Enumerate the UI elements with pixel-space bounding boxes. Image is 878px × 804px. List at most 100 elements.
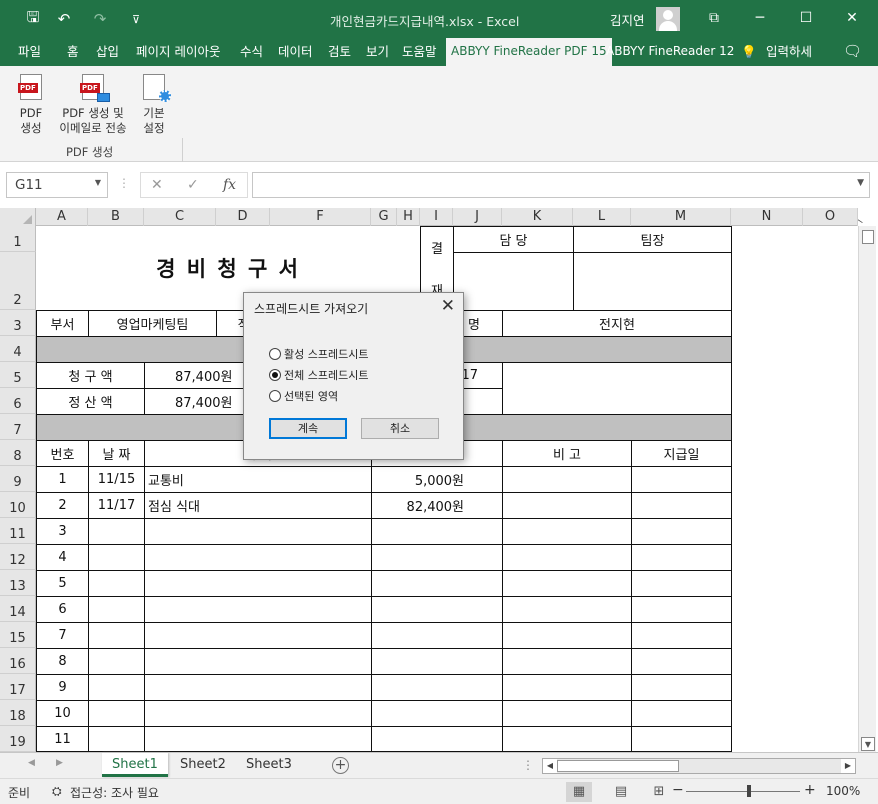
item-content[interactable] [144,518,372,545]
horizontal-scrollbar[interactable]: ◀ ▶ [542,758,856,774]
expand-formula-icon[interactable]: ▼ [857,178,864,188]
item-amount[interactable] [371,726,503,752]
claim-label[interactable]: 청 구 액 [36,362,145,389]
item-no[interactable]: 3 [36,518,89,545]
sheet-tab-3[interactable]: Sheet3 [236,753,302,777]
insert-function-icon[interactable]: fx [223,177,236,193]
column-header[interactable]: J [453,208,502,226]
item-date[interactable] [88,596,145,623]
redo-icon[interactable]: ↷ [88,8,112,30]
row-header[interactable]: 13 [0,570,36,596]
approver-2-cell[interactable]: 팀장 [573,226,732,253]
create-pdf-button[interactable]: PDF PDF 생성 [12,72,50,136]
row-header[interactable]: 17 [0,674,36,700]
close-icon[interactable]: ✕ [830,4,874,32]
item-empty-cell[interactable] [502,570,632,597]
dept-label[interactable]: 부서 [36,310,89,337]
item-empty-cell[interactable] [502,700,632,727]
item-amount[interactable] [371,570,503,597]
item-content[interactable] [144,648,372,675]
add-sheet-icon[interactable]: + [332,757,349,774]
approver-1-cell[interactable]: 담 당 [453,226,574,253]
item-amount[interactable] [371,596,503,623]
continue-button[interactable]: 계속 [269,418,347,439]
item-no[interactable]: 1 [36,466,89,493]
option-all-sheets[interactable]: 전체 스프레드시트 [269,367,368,383]
item-empty-cell[interactable] [502,466,632,493]
item-empty-cell[interactable] [502,596,632,623]
tab-data[interactable]: 데이터 [278,38,313,66]
item-no[interactable]: 9 [36,674,89,701]
row-header[interactable]: 9 [0,466,36,492]
column-header[interactable]: A [36,208,88,226]
row-header[interactable]: 16 [0,648,36,674]
column-header[interactable]: O [803,208,858,226]
item-empty-cell[interactable] [631,674,732,701]
item-no[interactable]: 10 [36,700,89,727]
avatar[interactable] [656,7,680,31]
name-value[interactable]: 전지현 [502,310,732,337]
chevron-down-icon[interactable]: ▼ [95,178,101,187]
column-header[interactable]: G [371,208,397,226]
item-empty-cell[interactable] [502,622,632,649]
formula-input[interactable]: ▼ [252,172,870,198]
maximize-icon[interactable]: ☐ [784,4,828,32]
dept-value[interactable]: 영업마케팅팀 [88,310,217,337]
item-no[interactable]: 4 [36,544,89,571]
item-no[interactable]: 2 [36,492,89,519]
tab-review[interactable]: 검토 [328,38,351,66]
item-empty-cell[interactable] [631,518,732,545]
row-header[interactable]: 11 [0,518,36,544]
item-amount[interactable] [371,518,503,545]
item-date[interactable] [88,544,145,571]
header-no[interactable]: 번호 [36,440,89,467]
save-icon[interactable]: 🖫 [22,8,44,30]
row-header[interactable]: 7 [0,414,36,440]
column-header[interactable]: K [502,208,573,226]
share-icon[interactable]: 🗨 [843,38,862,66]
accessibility-status[interactable]: 접근성: 조사 필요 [70,784,159,801]
zoom-level[interactable]: 100% [826,784,860,798]
column-header[interactable]: D [216,208,270,226]
item-amount[interactable] [371,700,503,727]
tab-formulas[interactable]: 수식 [240,38,263,66]
name-box[interactable]: G11 ▼ [6,172,108,198]
user-name[interactable]: 김지연 [610,10,645,29]
item-empty-cell[interactable] [631,466,732,493]
row-header[interactable]: 2 [0,252,36,310]
item-amount[interactable]: 5,000원 [371,466,503,493]
item-empty-cell[interactable] [502,674,632,701]
item-content[interactable] [144,700,372,727]
row-header[interactable]: 12 [0,544,36,570]
settings-button[interactable]: 기본 설정 [136,72,172,136]
tell-me-input[interactable]: 입력하세 [766,38,812,66]
item-amount[interactable] [371,544,503,571]
info-cell[interactable] [502,362,732,415]
item-date[interactable] [88,570,145,597]
row-header[interactable]: 5 [0,362,36,388]
radio-button[interactable] [269,348,281,360]
scroll-thumb[interactable] [862,230,874,244]
column-header[interactable]: B [88,208,144,226]
approver-1-sign[interactable] [453,252,574,311]
item-amount[interactable] [371,648,503,675]
zoom-slider-thumb[interactable] [747,785,751,797]
tab-split-grip[interactable]: ⋮ [522,758,534,772]
column-header[interactable]: I [420,208,453,226]
item-no[interactable]: 5 [36,570,89,597]
scroll-down-icon[interactable]: ▼ [861,737,875,751]
minimize-icon[interactable]: ─ [738,4,782,32]
option-selected-range[interactable]: 선택된 영역 [269,388,338,404]
item-empty-cell[interactable] [502,726,632,752]
tab-insert[interactable]: 삽입 [96,38,119,66]
column-header[interactable]: C [144,208,216,226]
row-header[interactable]: 1 [0,226,36,252]
sheet-tab-1[interactable]: Sheet1 [102,753,168,777]
tab-page-layout[interactable]: 페이지 레이아웃 [136,38,220,66]
item-empty-cell[interactable] [631,570,732,597]
customize-qat-icon[interactable]: ⊽ [126,8,146,30]
normal-view-icon[interactable]: ▦ [566,782,592,802]
item-date[interactable] [88,622,145,649]
formula-bar-grip[interactable]: ⋮ [118,176,130,190]
item-date[interactable]: 11/17 [88,492,145,519]
